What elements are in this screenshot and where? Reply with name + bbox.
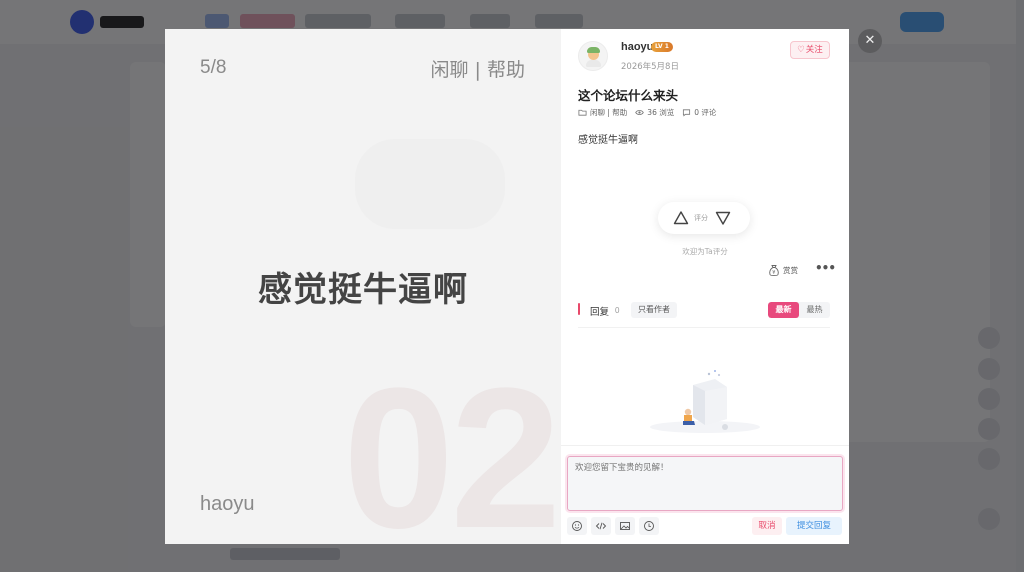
meta-views-label: 36 浏览 — [647, 107, 675, 117]
follow-button[interactable]: ♡关注 — [790, 41, 830, 59]
reward-label: 赏赏 — [783, 265, 798, 275]
reply-title: 回复 — [590, 307, 610, 318]
triangle-up-icon[interactable] — [673, 210, 689, 226]
heart-icon: ♡ — [797, 45, 805, 55]
follow-label: 关注 — [805, 45, 823, 55]
poster-headline: 感觉挺牛逼啊 — [258, 270, 468, 310]
divider — [578, 327, 830, 328]
more-options-button[interactable]: ••• — [815, 262, 836, 275]
rating-hint: 欢迎为Ta评分 — [682, 247, 728, 256]
post-detail-panel: haoyu LV 1 2026年5月8日 ♡关注 这个论坛什么来头 闲聊 | 帮… — [561, 29, 849, 544]
post-date: 2026年5月8日 — [621, 62, 679, 72]
post-modal: 02 5/8 闲聊 | 帮助 感觉挺牛逼啊 haoyu haoyu LV 1 2… — [165, 29, 849, 544]
svg-text:¥: ¥ — [772, 270, 775, 276]
emoji-button[interactable] — [567, 517, 587, 535]
money-bag-icon: ¥ — [769, 264, 779, 276]
submit-reply-button[interactable]: 提交回复 — [786, 517, 842, 535]
meta-comments-label: 0 评论 — [694, 107, 717, 117]
rating-label: 评分 — [694, 214, 708, 222]
image-icon — [620, 522, 630, 530]
post-meta: 闲聊 | 帮助 36 浏览 0 评论 — [578, 106, 724, 118]
avatar[interactable] — [578, 41, 608, 71]
meta-comments: 0 评论 — [682, 107, 716, 118]
meta-category[interactable]: 闲聊 | 帮助 — [578, 107, 627, 118]
poster-category: 闲聊 | 帮助 — [430, 59, 525, 81]
reply-sort-toggle: 最新 最热 — [768, 302, 830, 318]
code-icon — [595, 522, 607, 530]
meta-views: 36 浏览 — [635, 107, 674, 118]
meta-category-label: 闲聊 | 帮助 — [590, 107, 628, 117]
reply-count: 0 — [615, 306, 620, 315]
sticker-icon — [644, 521, 654, 531]
cancel-button[interactable]: 取消 — [752, 517, 782, 535]
sort-hottest-button[interactable]: 最热 — [799, 302, 830, 318]
reply-input[interactable] — [567, 456, 843, 511]
sticker-button[interactable] — [639, 517, 659, 535]
poster-decoration — [355, 139, 505, 229]
author-only-filter[interactable]: 只看作者 — [631, 302, 677, 318]
author-name[interactable]: haoyu — [621, 41, 653, 53]
reward-button[interactable]: ¥ 赏赏 — [768, 263, 798, 277]
close-modal-button[interactable]: ✕ — [858, 29, 882, 53]
reply-accent-bar — [578, 303, 580, 315]
post-poster: 02 5/8 闲聊 | 帮助 感觉挺牛逼啊 haoyu — [165, 29, 561, 544]
close-icon: ✕ — [864, 33, 876, 48]
eye-icon — [635, 109, 645, 115]
post-title: 这个论坛什么来头 — [578, 88, 679, 103]
comment-icon — [683, 108, 691, 116]
reply-composer: 取消 提交回复 — [561, 445, 849, 544]
empty-replies-illustration — [650, 370, 760, 433]
rating-widget: 评分 — [658, 202, 750, 234]
sort-latest-button[interactable]: 最新 — [768, 302, 799, 318]
poster-background-number: 02 — [343, 347, 561, 545]
poster-author: haoyu — [200, 493, 255, 515]
poster-page-indicator: 5/8 — [200, 57, 227, 78]
triangle-down-icon[interactable] — [715, 210, 731, 226]
level-badge: LV 1 — [651, 42, 673, 52]
post-body: 感觉挺牛逼啊 — [578, 135, 638, 146]
code-button[interactable] — [591, 517, 611, 535]
folder-icon — [578, 109, 587, 116]
image-button[interactable] — [615, 517, 635, 535]
emoji-icon — [572, 521, 582, 531]
